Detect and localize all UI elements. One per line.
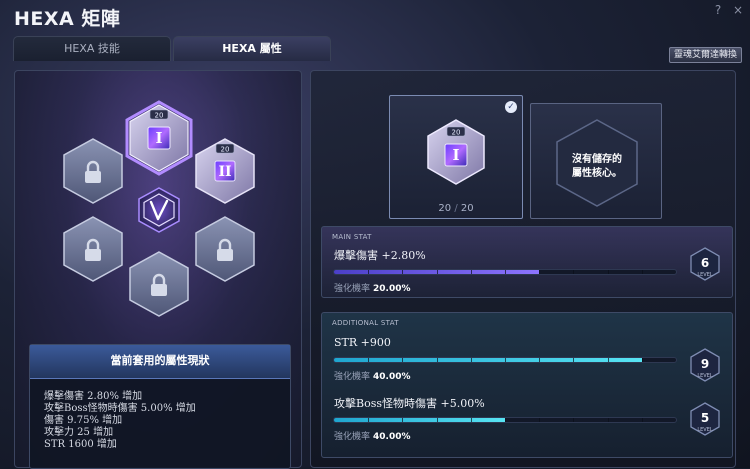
additional-stat-2-name: 攻擊Boss怪物時傷害 +5.00% [334, 397, 485, 410]
hexa-v-emblem-icon [138, 187, 180, 233]
hex-slot-bottom[interactable] [129, 251, 189, 317]
applied-stat-status-box: 當前套用的屬性現狀 爆擊傷害 2.80% 增加 攻擊Boss怪物時傷害 5.00… [29, 344, 291, 469]
help-icon[interactable]: ? [712, 3, 724, 17]
core-level-readout: 20 / 20 [390, 203, 522, 214]
main-stat-name: 爆擊傷害 +2.80% [334, 249, 426, 262]
stat-detail-panel: ✓ I 20 20 / 20 沒有儲存的 屬性核心。 MAIN STAT 爆擊傷… [310, 70, 736, 468]
status-line: STR 1600 增加 [44, 439, 117, 450]
level-max: 20 [460, 203, 474, 214]
level-current: 20 [438, 203, 452, 214]
additional-stat-2-level-badge: 5 LEVEL [690, 402, 720, 436]
status-line: 攻擊Boss怪物時傷害 5.00% 增加 [44, 403, 196, 414]
additional-stat-1-name: STR +900 [334, 336, 391, 349]
hex-slot-upper-left[interactable] [63, 138, 123, 204]
level-number: 6 [701, 256, 709, 270]
progress-fill [334, 358, 642, 362]
close-icon[interactable]: × [732, 3, 744, 17]
level-number: 9 [701, 357, 709, 371]
core-numeral: I [452, 146, 459, 164]
hex-grid: II 20 I 20 [63, 100, 255, 317]
hexa-matrix-window: HEXA 矩陣 ? × HEXA 技能 HEXA 屬性 靈魂艾爾達轉換 II 2… [0, 0, 750, 469]
additional-stat-1-chance: 強化機率 40.00% [334, 369, 411, 382]
additional-stat-2-chance: 強化機率 40.00% [334, 429, 411, 442]
progress-fill [334, 418, 505, 422]
additional-stat-2-progress [333, 417, 677, 423]
sol-erda-convert-button[interactable]: 靈魂艾爾達轉換 [668, 47, 742, 63]
main-stat-progress [333, 269, 677, 275]
tab-hexa-skill[interactable]: HEXA 技能 [13, 36, 171, 61]
chance-value: 40.00% [373, 372, 411, 382]
core-level-badge: 20 [452, 129, 461, 137]
additional-stat-section: ADDITIONAL STAT STR +900 強化機率 40.00% 9 LE… [321, 312, 733, 458]
additional-stat-1-progress [333, 357, 677, 363]
status-line: 攻擊力 25 增加 [44, 427, 114, 438]
main-stat-level-badge: 6 LEVEL [690, 247, 720, 281]
core-level-badge: 20 [155, 112, 164, 120]
tab-hexa-stat[interactable]: HEXA 屬性 [173, 36, 331, 61]
tab-bar: HEXA 技能 HEXA 屬性 [13, 36, 331, 61]
additional-stat-label: ADDITIONAL STAT [332, 319, 399, 327]
status-line: 傷害 9.75% 增加 [44, 415, 123, 426]
core-level-badge: 20 [221, 146, 230, 154]
selected-core-slot[interactable]: ✓ I 20 20 / 20 [389, 95, 523, 219]
selected-core-hex: I 20 [427, 119, 485, 185]
main-stat-section: MAIN STAT 爆擊傷害 +2.80% 強化機率 20.00% 6 LEVEL [321, 226, 733, 298]
hex-slot-lower-left[interactable] [63, 216, 123, 282]
status-title: 當前套用的屬性現狀 [30, 345, 290, 379]
level-word: LEVEL [697, 272, 713, 278]
status-line: 爆擊傷害 2.80% 增加 [44, 391, 143, 402]
additional-stat-1-level-badge: 9 LEVEL [690, 348, 720, 382]
chance-label: 強化機率 [334, 372, 371, 382]
empty-slot-hex: 沒有儲存的 屬性核心。 [556, 119, 638, 207]
status-list: 爆擊傷害 2.80% 增加 攻擊Boss怪物時傷害 5.00% 增加 傷害 9.… [30, 379, 290, 451]
chance-label: 強化機率 [334, 432, 371, 442]
level-word: LEVEL [697, 373, 713, 379]
chance-value: 20.00% [373, 284, 411, 294]
chance-value: 40.00% [373, 432, 411, 442]
main-stat-label: MAIN STAT [332, 233, 372, 241]
chance-label: 強化機率 [334, 284, 371, 294]
empty-core-slot[interactable]: 沒有儲存的 屬性核心。 [530, 103, 662, 219]
core-numeral: I [155, 129, 162, 147]
hex-slot-lower-right[interactable] [195, 216, 255, 282]
empty-slot-line1: 沒有儲存的 [572, 152, 622, 165]
window-controls: ? × [712, 3, 744, 17]
level-word: LEVEL [697, 427, 713, 433]
level-separator: / [454, 203, 458, 214]
hex-slot-upper-right[interactable]: II 20 [195, 138, 255, 204]
hex-slot-top[interactable]: I 20 [125, 100, 193, 176]
main-stat-chance: 強化機率 20.00% [334, 281, 411, 294]
hexa-core-grid-panel: II 20 I 20 當前套用的屬性現狀 爆擊傷害 2.80% 增加 攻擊Bos… [14, 70, 302, 469]
level-number: 5 [701, 411, 709, 425]
window-title: HEXA 矩陣 [14, 8, 121, 30]
core-numeral: II [218, 164, 231, 180]
empty-slot-line2: 屬性核心。 [572, 166, 622, 179]
